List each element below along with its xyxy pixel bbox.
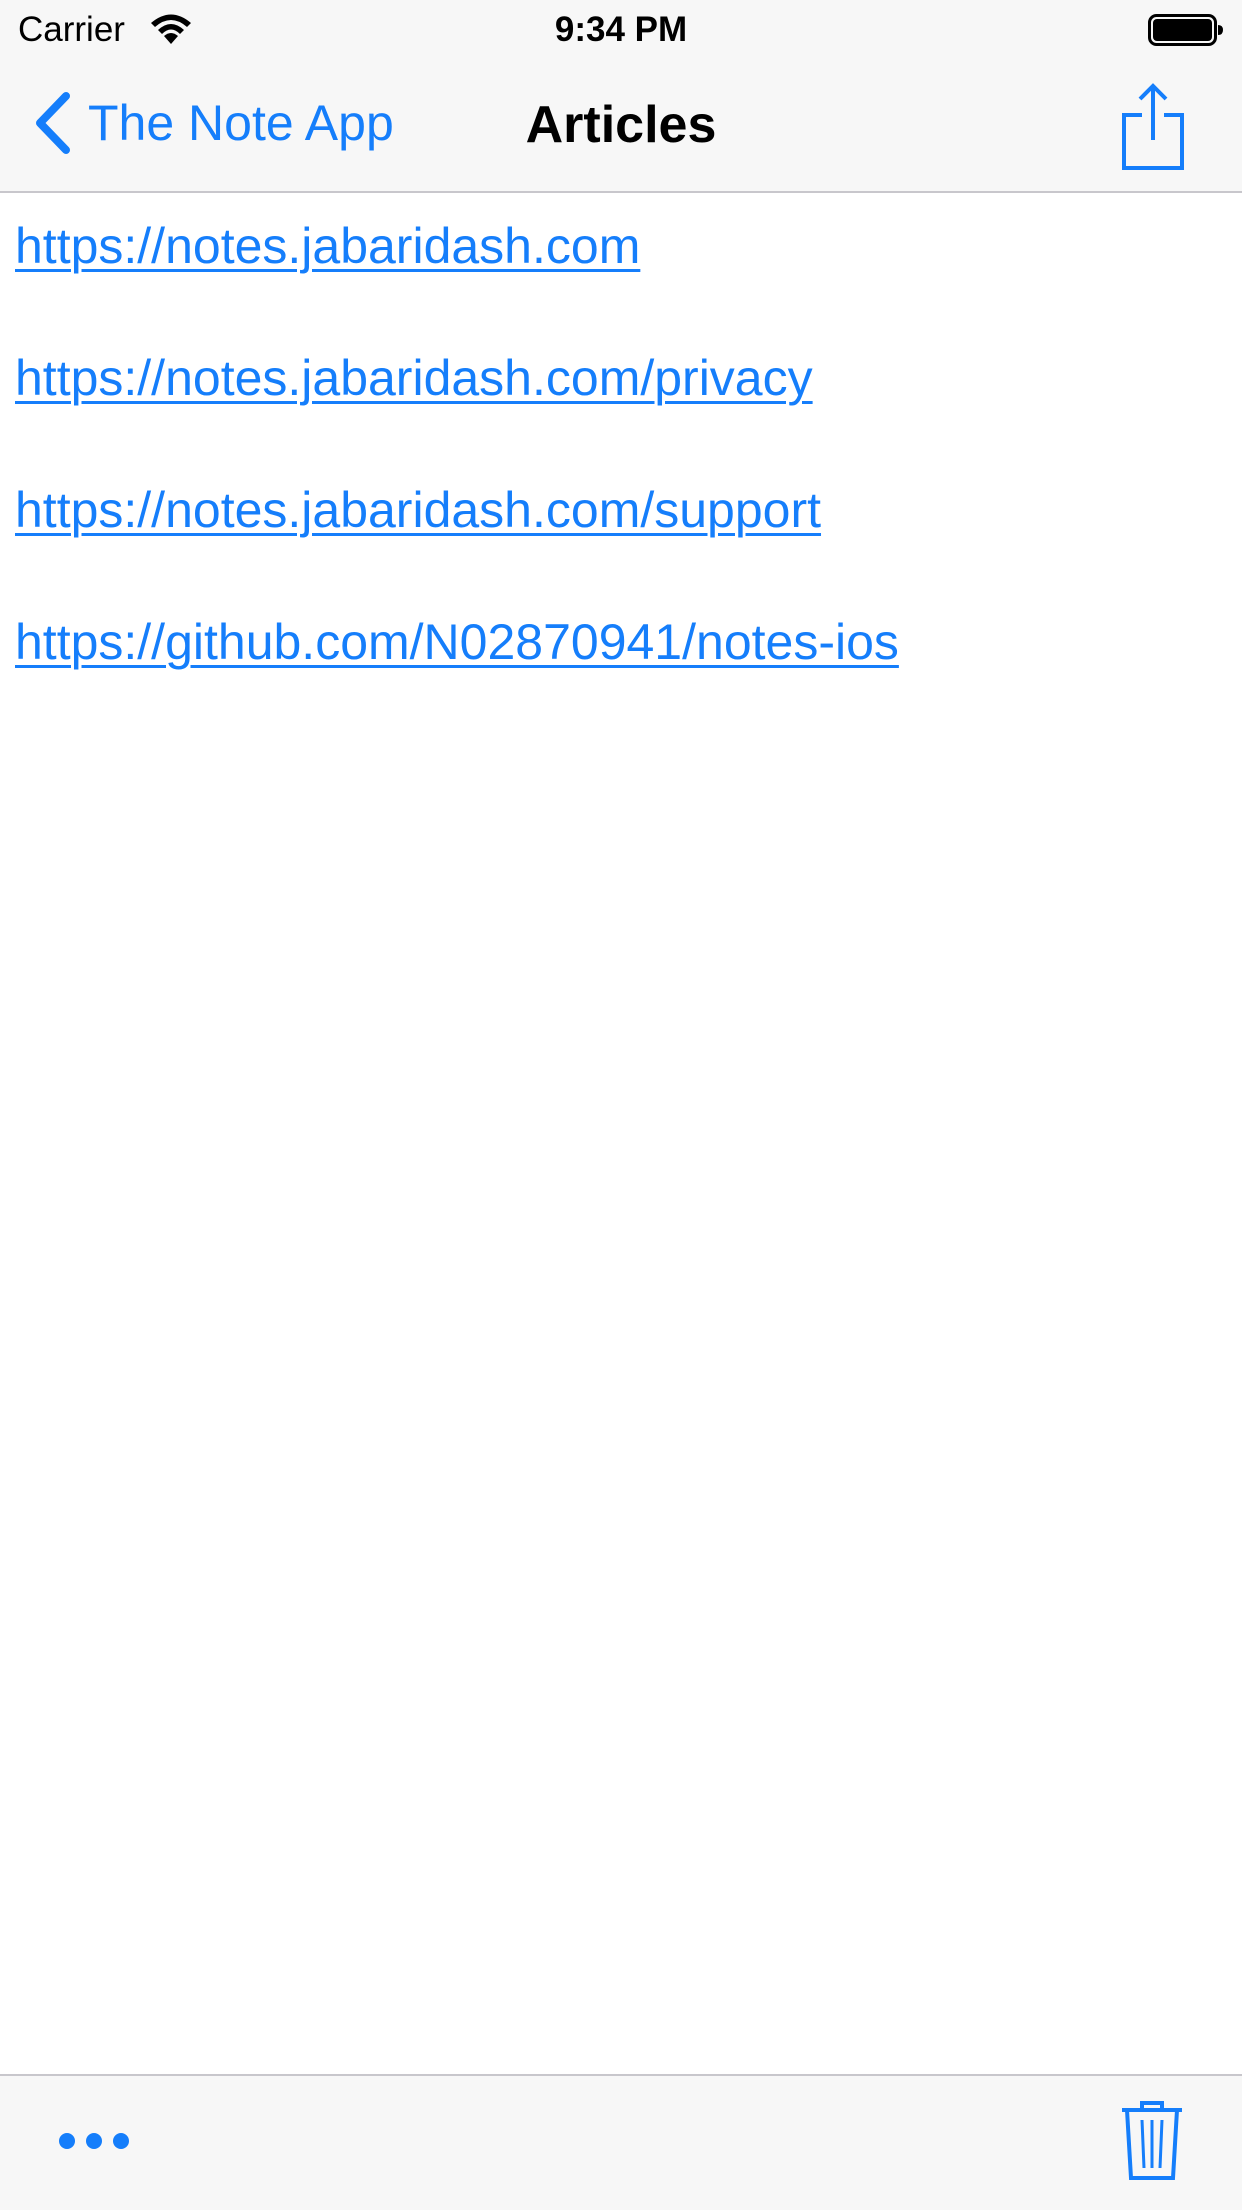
- chevron-left-icon: [36, 92, 70, 154]
- more-icon[interactable]: [56, 2116, 132, 2166]
- article-link[interactable]: https://notes.jabaridash.com/support: [15, 480, 821, 540]
- articles-content: https://notes.jabaridash.com https://not…: [0, 193, 1242, 2073]
- status-bar: Carrier 9:34 PM: [0, 0, 1242, 60]
- article-link[interactable]: https://notes.jabaridash.com/privacy: [15, 348, 813, 408]
- navigation-bar: The Note App Articles: [0, 60, 1242, 193]
- bottom-toolbar: [0, 2074, 1242, 2210]
- back-button-label: The Note App: [88, 95, 394, 151]
- article-link[interactable]: https://notes.jabaridash.com: [15, 216, 640, 276]
- back-button[interactable]: The Note App: [32, 90, 394, 156]
- battery-icon: [1148, 14, 1223, 46]
- article-link[interactable]: https://github.com/N02870941/notes-ios: [15, 612, 899, 672]
- status-time: 9:34 PM: [554, 10, 688, 49]
- trash-icon[interactable]: [1120, 2100, 1184, 2182]
- share-icon[interactable]: [1118, 82, 1188, 174]
